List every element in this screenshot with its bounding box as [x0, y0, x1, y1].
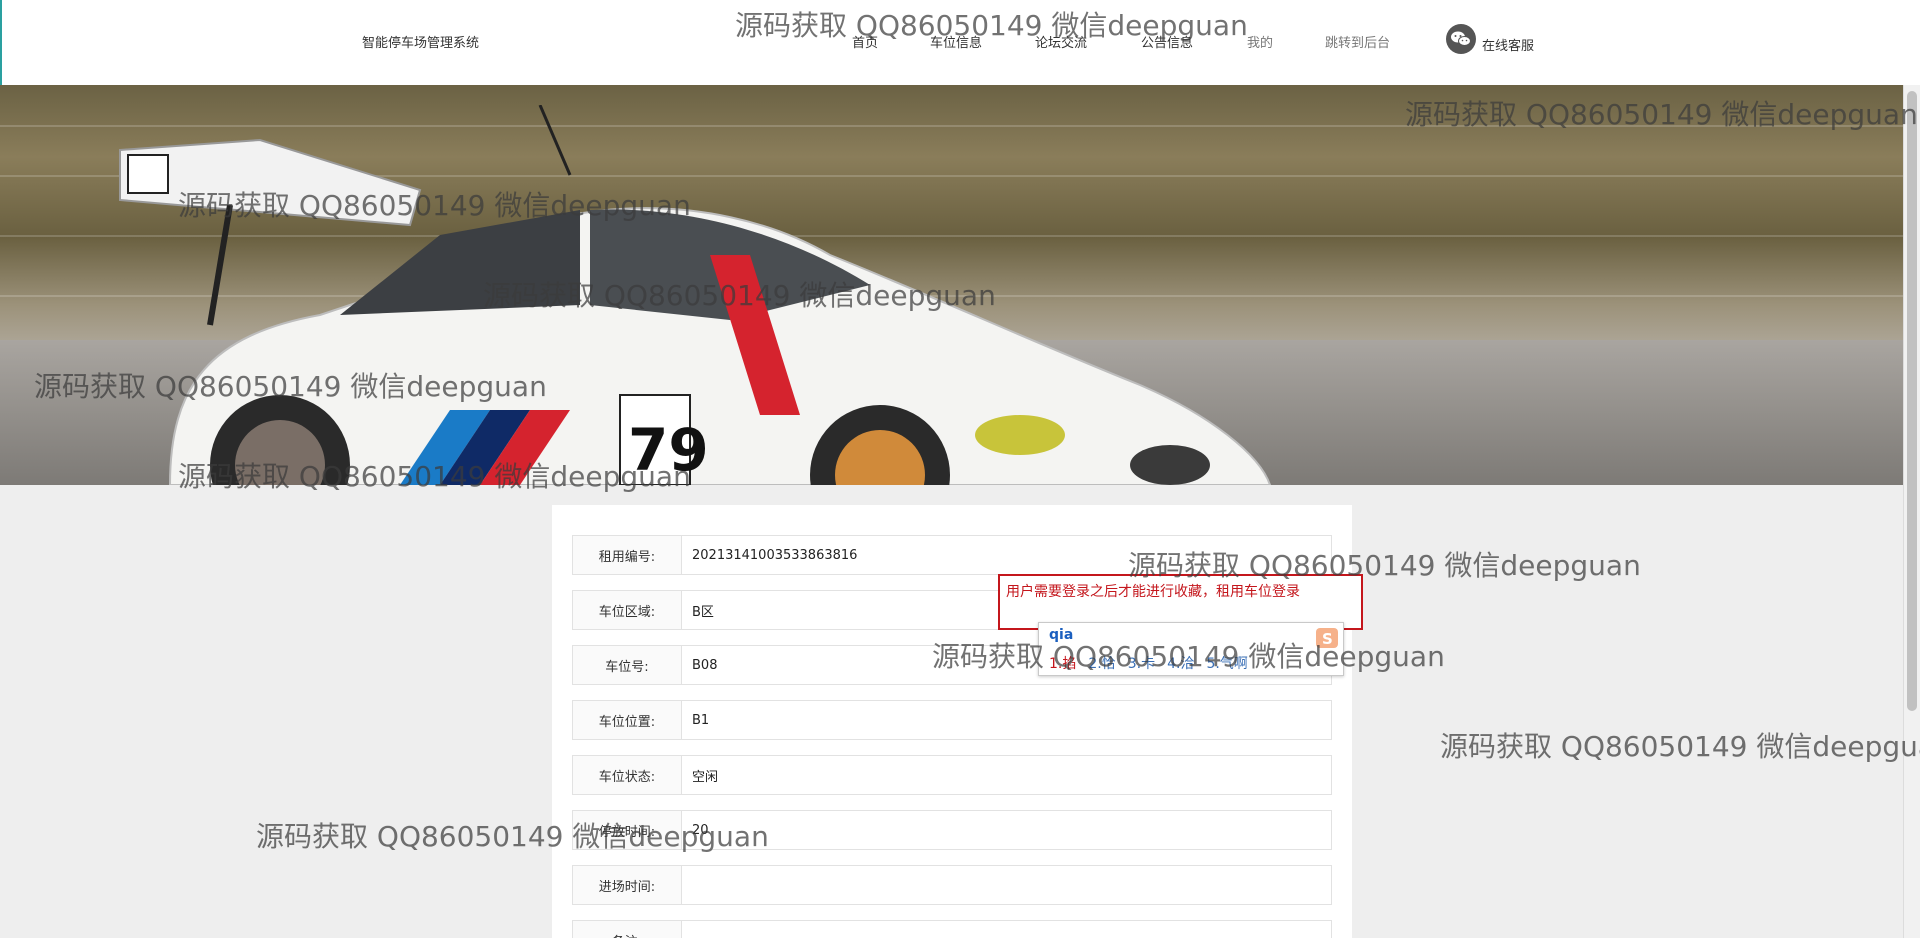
form-row-status: 车位状态: 空闲 — [572, 755, 1332, 795]
space-location-field[interactable]: B1 — [682, 700, 1332, 740]
field-label: 进场时间: — [572, 865, 682, 905]
field-label: 车位状态: — [572, 755, 682, 795]
ime-candidate[interactable]: 4.洽 — [1167, 653, 1194, 673]
remarks-field[interactable] — [682, 920, 1332, 938]
online-service-label: 在线客服 — [1482, 38, 1535, 54]
parking-duration-field[interactable]: 20 — [682, 810, 1332, 850]
field-label: 停放时间: — [572, 810, 682, 850]
field-label: 车位号: — [572, 645, 682, 685]
rental-id-field[interactable]: 20213141003533863816 — [682, 535, 1332, 575]
svg-text:S: S — [1322, 630, 1333, 648]
field-label: 车位位置: — [572, 700, 682, 740]
watermark-text: 源码获取 QQ86050149 微信deepguan — [1440, 730, 1920, 763]
top-navbar: 智能停车场管理系统 首页 车位信息 论坛交流 公告信息 我的 跳转到后台 在线客… — [0, 0, 1920, 85]
ime-candidate[interactable]: 2.恰 — [1088, 653, 1115, 673]
nav-parking-info[interactable]: 车位信息 — [930, 32, 982, 51]
form-row-entry-time: 进场时间: — [572, 865, 1332, 905]
race-car-image: 79 — [119, 105, 1272, 485]
ime-candidate[interactable]: 5.气啊 — [1206, 653, 1247, 673]
wechat-icon — [1446, 24, 1476, 54]
nav-home[interactable]: 首页 — [852, 32, 878, 51]
field-label: 租用编号: — [572, 535, 682, 575]
nav-announcements[interactable]: 公告信息 — [1141, 32, 1193, 51]
field-label: 车位区域: — [572, 590, 682, 630]
form-row-location: 车位位置: B1 — [572, 700, 1332, 740]
site-brand[interactable]: 智能停车场管理系统 — [362, 32, 479, 51]
hero-banner: 79 — [0, 85, 1903, 485]
entry-time-field[interactable] — [682, 865, 1332, 905]
scrollbar-thumb[interactable] — [1907, 91, 1917, 711]
nav-forum[interactable]: 论坛交流 — [1035, 32, 1087, 51]
form-row-remarks: 备注: — [572, 920, 1332, 938]
nav-mine[interactable]: 我的 — [1247, 32, 1273, 51]
ime-candidate[interactable]: 3.卡 — [1128, 653, 1155, 673]
ime-candidate[interactable]: 1.掐 — [1049, 653, 1076, 673]
space-status-field[interactable]: 空闲 — [682, 755, 1332, 795]
page-scrollbar[interactable] — [1903, 85, 1920, 938]
ime-logo-icon: S — [1316, 628, 1338, 648]
field-label: 备注: — [572, 920, 682, 938]
form-row-rental-id: 租用编号: 20213141003533863816 — [572, 535, 1332, 575]
ime-candidate-window[interactable]: qia S 1.掐 2.恰 3.卡 4.洽 5.气啊 — [1038, 622, 1344, 676]
rental-detail-panel: 租用编号: 20213141003533863816 车位区域: B区 车位号:… — [552, 505, 1352, 938]
ime-candidate-list: 1.掐 2.恰 3.卡 4.洽 5.气啊 — [1049, 653, 1248, 673]
online-service-button[interactable]: 在线客服 — [1446, 24, 1534, 54]
nav-backend[interactable]: 跳转到后台 — [1325, 32, 1390, 51]
ime-composition: qia — [1049, 627, 1074, 643]
svg-text:79: 79 — [628, 416, 709, 484]
form-row-duration: 停放时间: 20 — [572, 810, 1332, 850]
